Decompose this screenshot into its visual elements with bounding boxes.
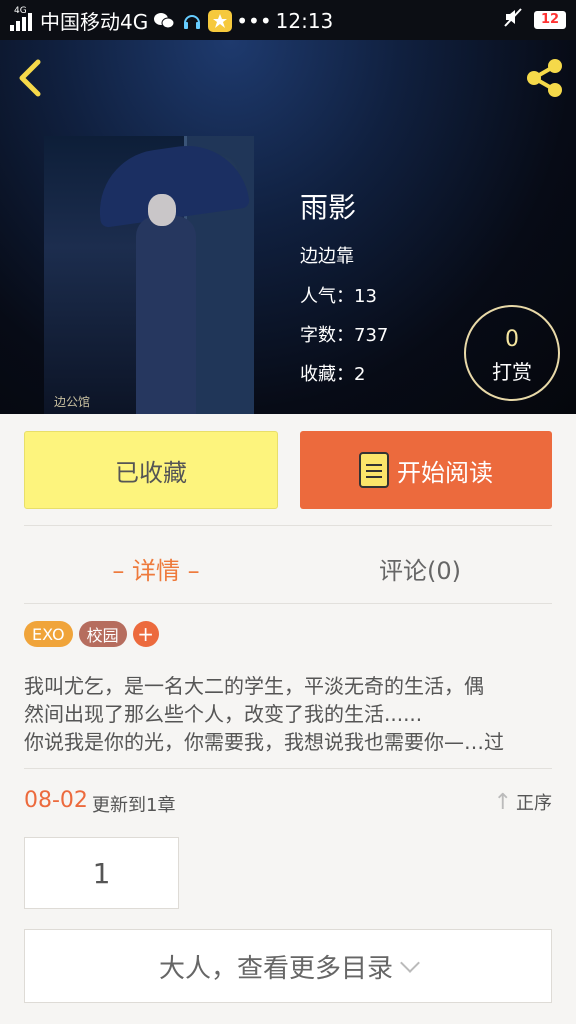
mute-icon [502, 6, 524, 33]
book-cover-image[interactable]: 边公馆 [44, 136, 254, 414]
view-more-label: 大人，查看更多目录 [158, 953, 393, 984]
synopsis-line: 我叫尤乞，是一名大二的学生，平淡无奇的生活，偶 [24, 674, 484, 698]
share-icon [527, 59, 562, 97]
collected-button[interactable]: 已收藏 [24, 431, 278, 509]
tab-comments[interactable]: 评论(0) [288, 548, 552, 588]
synopsis-line: 你说我是你的光，你需要我，我想说我也需要你—…过 [24, 730, 504, 754]
chevron-down-icon [400, 953, 420, 973]
tip-button[interactable]: 0 打赏 [464, 305, 560, 401]
tag-exo[interactable]: EXO [24, 621, 73, 647]
synopsis[interactable]: 我叫尤乞，是一名大二的学生，平淡无奇的生活，偶 然间出现了那么些个人，改变了我的… [24, 672, 552, 756]
more-dots: ••• [236, 8, 272, 33]
chapter-item[interactable]: 1 [24, 837, 179, 909]
start-reading-button[interactable]: 开始阅读 [300, 431, 552, 509]
synopsis-line: 然间出现了那么些个人，改变了我的生活...... [24, 702, 423, 726]
sort-order-button[interactable]: ↑ 正序 [494, 789, 552, 815]
star-app-icon [208, 9, 233, 32]
tag-list: EXO 校园 + [24, 621, 159, 647]
add-tag-button[interactable]: + [132, 621, 159, 647]
update-text: 更新到1章 [92, 795, 176, 816]
signal-icon [10, 11, 32, 31]
tip-label: 打赏 [492, 360, 532, 384]
status-bar: 4G 中国移动4G ••• 12:13 12 [0, 0, 576, 40]
divider [24, 603, 552, 604]
clock: 12:13 [275, 8, 334, 33]
book-title: 雨影 [300, 191, 357, 224]
tag-school[interactable]: 校园 [78, 621, 127, 647]
word-count-stat: 字数：737 [300, 325, 389, 346]
sort-order-label: 正序 [516, 793, 552, 814]
popularity-stat: 人气：13 [300, 286, 377, 307]
divider [24, 768, 552, 769]
divider [24, 525, 552, 526]
wechat-icon [152, 10, 176, 32]
headset-icon [180, 10, 204, 32]
start-reading-label: 开始阅读 [397, 458, 493, 487]
book-header: 边公馆 雨影 边边靠 人气：13 字数：737 收藏：2 0 打赏 [0, 40, 576, 414]
carrier-label: 中国移动4G [40, 10, 149, 34]
tip-count: 0 [505, 327, 519, 352]
arrow-up-icon: ↑ [493, 789, 512, 815]
back-arrow-icon [19, 59, 41, 97]
view-more-catalog-button[interactable]: 大人，查看更多目录 [24, 929, 552, 1003]
battery-icon: 12 [534, 10, 566, 29]
back-button[interactable] [14, 58, 48, 98]
favorites-stat: 收藏：2 [300, 364, 366, 385]
tab-details[interactable]: – 详情 – [24, 548, 288, 588]
share-button[interactable] [522, 56, 566, 100]
book-author[interactable]: 边边靠 [300, 242, 388, 268]
cover-watermark: 边公馆 [54, 395, 91, 409]
book-icon [359, 452, 389, 488]
book-info: 雨影 边边靠 人气：13 字数：737 收藏：2 [300, 186, 388, 399]
update-date: 08-02 [24, 788, 88, 813]
